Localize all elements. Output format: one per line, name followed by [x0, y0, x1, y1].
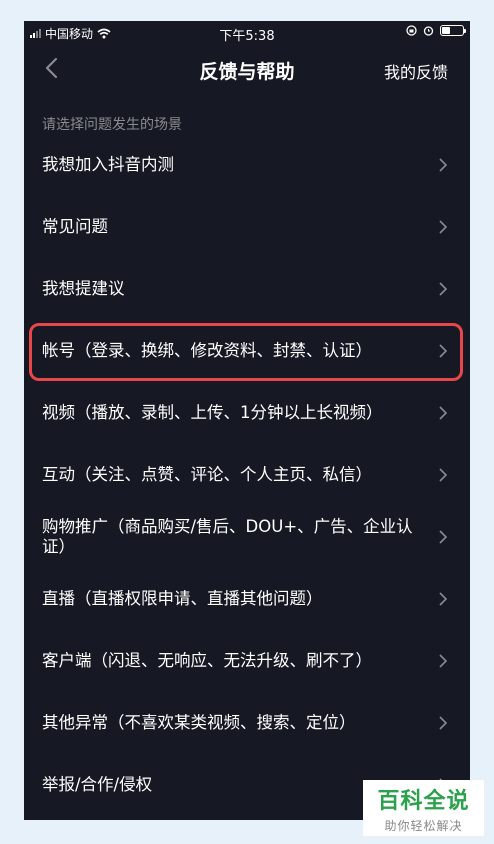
- watermark-main: 百科全说: [377, 789, 470, 814]
- list-item-client[interactable]: 客户端（闪退、无响应、无法升级、刷不了）: [24, 630, 470, 692]
- status-time: 下午5:38: [219, 29, 275, 44]
- list-item-label: 互动（关注、点赞、评论、个人主页、私信）: [42, 465, 372, 484]
- chevron-right-icon: [439, 158, 448, 172]
- list-item-label: 视频（播放、录制、上传、1分钟以上长视频）: [42, 403, 383, 422]
- nav-bar: 反馈与帮助 我的反馈: [24, 43, 470, 93]
- list-item-label: 购物推广（商品购买/售后、DOU+、广告、企业认证）: [42, 517, 413, 556]
- my-feedback-button[interactable]: 我的反馈: [384, 59, 448, 83]
- chevron-right-icon: [439, 530, 448, 544]
- list-item-label: 常见问题: [42, 217, 108, 236]
- list-item-label: 其他异常（不喜欢某类视频、搜索、定位）: [42, 713, 356, 732]
- chevron-right-icon: [439, 468, 448, 482]
- list-item-suggestion[interactable]: 我想提建议: [24, 258, 470, 320]
- list-item-beta[interactable]: 我想加入抖音内测: [24, 134, 470, 196]
- list-item-faq[interactable]: 常见问题: [24, 196, 470, 258]
- chevron-right-icon: [439, 344, 448, 358]
- watermark-sub: 助你轻松解决: [384, 819, 463, 833]
- chevron-right-icon: [439, 220, 448, 234]
- list-item-label: 我想加入抖音内测: [42, 155, 174, 174]
- list-item-label: 帐号（登录、换绑、修改资料、封禁、认证）: [42, 341, 372, 360]
- scenario-list: 我想加入抖音内测 常见问题 我想提建议 帐号（登录、换绑、修改资料、封禁、认证）…: [24, 134, 470, 816]
- chevron-right-icon: [439, 406, 448, 420]
- list-item-other[interactable]: 其他异常（不喜欢某类视频、搜索、定位）: [24, 692, 470, 754]
- list-item-video[interactable]: 视频（播放、录制、上传、1分钟以上长视频）: [24, 382, 470, 444]
- list-item-account[interactable]: 帐号（登录、换绑、修改资料、封禁、认证）: [24, 320, 470, 382]
- chevron-right-icon: [439, 282, 448, 296]
- list-item-label: 举报/合作/侵权: [42, 775, 153, 794]
- section-label: 请选择问题发生的场景: [42, 117, 182, 133]
- orientation-lock-icon: [406, 25, 417, 36]
- status-bar: 中国移动 下午5:38: [24, 21, 470, 44]
- list-item-live[interactable]: 直播（直播权限申请、直播其他问题）: [24, 568, 470, 630]
- list-item-shopping[interactable]: 购物推广（商品购买/售后、DOU+、广告、企业认证）: [24, 506, 470, 568]
- app-screen: 中国移动 下午5:38 反馈与帮助 我的反馈 请选择问题发生的场景 我想加入抖音…: [24, 21, 470, 820]
- list-item-label: 客户端（闪退、无响应、无法升级、刷不了）: [42, 651, 372, 670]
- list-item-label: 直播（直播权限申请、直播其他问题）: [42, 589, 323, 608]
- watermark-logo: 百科全说 助你轻松解决: [363, 780, 484, 836]
- chevron-right-icon: [439, 592, 448, 606]
- chevron-right-icon: [439, 716, 448, 730]
- list-item-label: 我想提建议: [42, 279, 125, 298]
- alarm-icon: [423, 26, 434, 36]
- chevron-right-icon: [439, 654, 448, 668]
- battery-icon: [440, 25, 466, 36]
- list-item-interaction[interactable]: 互动（关注、点赞、评论、个人主页、私信）: [24, 444, 470, 506]
- status-right: [406, 25, 466, 36]
